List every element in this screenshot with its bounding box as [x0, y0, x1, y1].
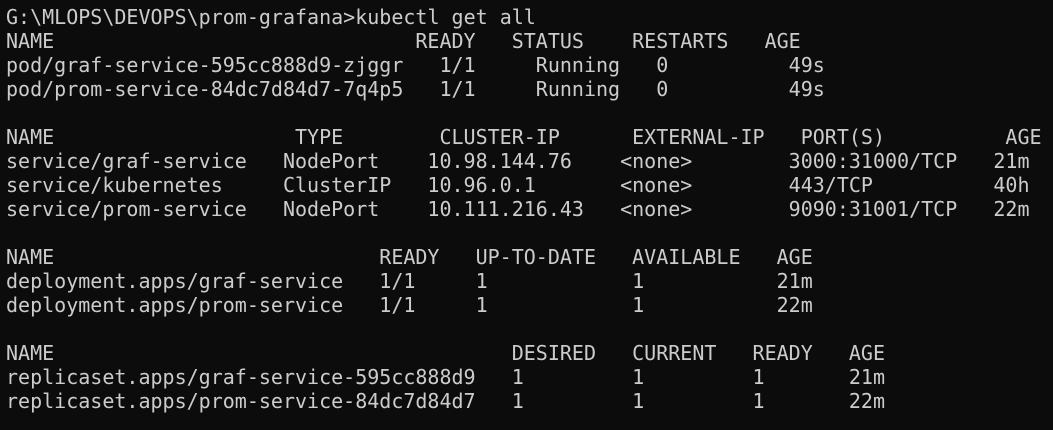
- service-row: service/prom-service NodePort 10.111.216…: [6, 197, 1030, 221]
- shell-prompt: G:\MLOPS\DEVOPS\prom-grafana>: [6, 5, 356, 29]
- terminal-window[interactable]: G:\MLOPS\DEVOPS\prom-grafana>kubectl get…: [0, 0, 1053, 430]
- pod-row: pod/prom-service-84dc7d84d7-7q4p5 1/1 Ru…: [6, 77, 825, 101]
- pod-row: pod/graf-service-595cc888d9-zjggr 1/1 Ru…: [6, 53, 825, 77]
- services-header: NAME TYPE CLUSTER-IP EXTERNAL-IP PORT(S)…: [6, 125, 1042, 149]
- deployment-row: deployment.apps/graf-service 1/1 1 1 21m: [6, 269, 813, 293]
- deployment-row: deployment.apps/prom-service 1/1 1 1 22m: [6, 293, 813, 317]
- replicaset-row: replicaset.apps/graf-service-595cc888d9 …: [6, 365, 885, 389]
- replicasets-header: NAME DESIRED CURRENT READY AGE: [6, 341, 885, 365]
- service-row: service/graf-service NodePort 10.98.144.…: [6, 149, 1030, 173]
- service-row: service/kubernetes ClusterIP 10.96.0.1 <…: [6, 173, 1030, 197]
- deployments-header: NAME READY UP-TO-DATE AVAILABLE AGE: [6, 245, 813, 269]
- replicaset-row: replicaset.apps/prom-service-84dc7d84d7 …: [6, 389, 885, 413]
- command-text: kubectl get all: [355, 5, 536, 29]
- command-line: G:\MLOPS\DEVOPS\prom-grafana>kubectl get…: [6, 5, 1053, 29]
- pods-header: NAME READY STATUS RESTARTS AGE: [6, 29, 801, 53]
